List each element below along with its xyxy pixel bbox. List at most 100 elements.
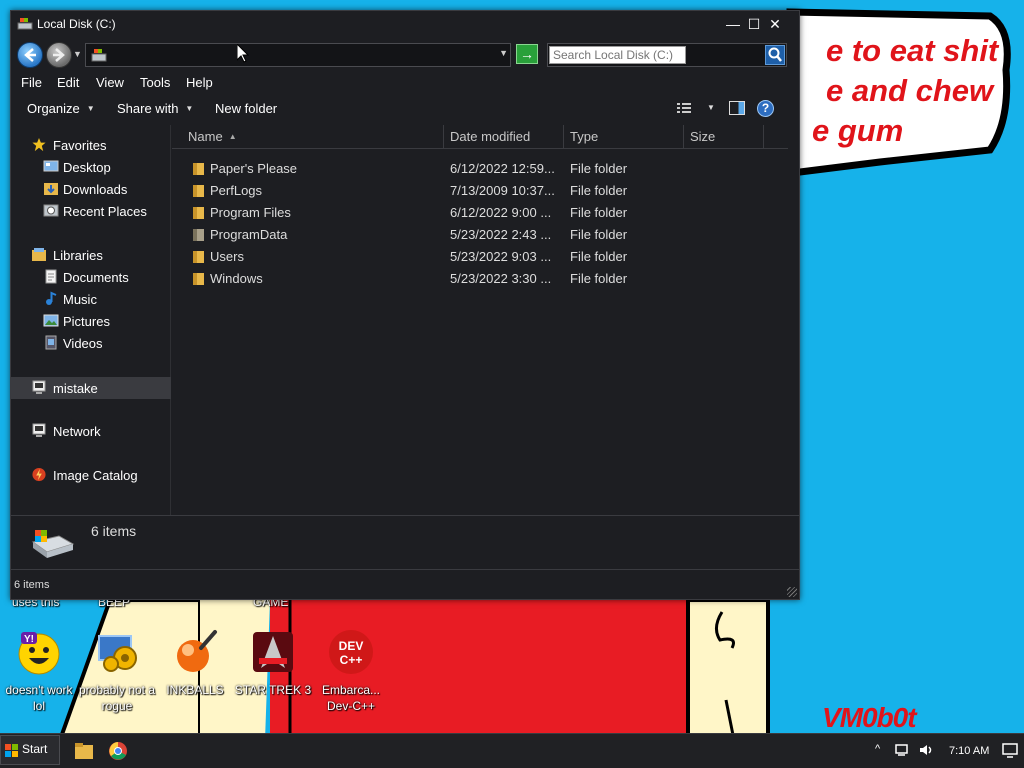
nav-computer[interactable]: mistake: [11, 377, 171, 399]
taskbar: Start ^ 7:10 AM: [0, 733, 1024, 768]
arrow-left-icon: [24, 48, 36, 62]
volume-icon[interactable]: [918, 743, 934, 757]
minimize-button[interactable]: —: [723, 14, 743, 34]
music-icon: [46, 291, 57, 305]
network-icon: [32, 423, 46, 437]
folder-icon: [193, 163, 204, 175]
action-center-icon[interactable]: [894, 743, 910, 757]
nav-downloads[interactable]: Downloads: [11, 179, 171, 199]
file-date: 6/12/2022 9:00 ...: [450, 205, 552, 220]
file-type: File folder: [570, 183, 628, 198]
show-hidden-icons-button[interactable]: ^: [875, 743, 880, 755]
back-button[interactable]: [17, 42, 43, 68]
column-type[interactable]: Type: [564, 125, 684, 149]
clock[interactable]: 7:10 AM: [949, 745, 989, 757]
desktop-icon[interactable]: DEV C++ Embarca... Dev-C++: [312, 628, 390, 714]
menu-edit[interactable]: Edit: [57, 75, 79, 90]
menu-view[interactable]: View: [96, 75, 124, 90]
address-dropdown[interactable]: ▼: [499, 48, 508, 58]
table-row[interactable]: PerfLogs 7/13/2009 10:37... File folder: [172, 179, 772, 201]
gear-computer-icon: [98, 635, 137, 672]
desktop-icon[interactable]: Y! doesn't work lol: [0, 628, 78, 714]
column-date-modified[interactable]: Date modified: [444, 125, 564, 149]
windows-logo-icon: [5, 744, 18, 757]
nav-label: Recent Places: [63, 204, 147, 219]
nav-favorites[interactable]: Favorites: [11, 135, 171, 155]
nav-recent-places[interactable]: Recent Places: [11, 201, 171, 221]
nav-pictures[interactable]: Pictures: [11, 311, 171, 331]
file-name: PerfLogs: [210, 183, 263, 198]
search-button[interactable]: [765, 45, 785, 65]
menu-tools[interactable]: Tools: [140, 75, 170, 90]
wallpaper-signature: VM0b0t: [822, 702, 917, 733]
column-size[interactable]: Size: [684, 125, 764, 149]
start-button[interactable]: Start: [0, 735, 60, 765]
pictures-icon: [43, 314, 59, 327]
chrome-icon[interactable]: [105, 738, 131, 764]
sort-ascending-icon: ▲: [228, 132, 237, 141]
nav-libraries[interactable]: Libraries: [11, 245, 171, 265]
menu-file[interactable]: File: [21, 75, 42, 90]
svg-text:Y!: Y!: [24, 634, 34, 645]
change-view-icon[interactable]: [677, 102, 691, 114]
show-desktop-button[interactable]: [1000, 737, 1020, 763]
organize-button[interactable]: Organize ▼: [27, 101, 95, 116]
table-row[interactable]: Users 5/23/2022 9:03 ... File folder: [172, 245, 772, 267]
star-trek-icon: [253, 632, 293, 672]
preview-pane-button[interactable]: [729, 101, 745, 115]
file-explorer-icon[interactable]: [71, 738, 97, 764]
desktop-icon[interactable]: probably not a rogue: [78, 628, 156, 714]
title-bar[interactable]: Local Disk (C:) — ☐ ✕: [11, 11, 799, 37]
nav-label: Downloads: [63, 182, 128, 197]
table-row[interactable]: Paper's Please 6/12/2022 12:59... File f…: [172, 157, 772, 179]
address-row: ▼ ▼ →: [11, 39, 799, 71]
go-button[interactable]: →: [516, 44, 538, 64]
recent-pages-dropdown[interactable]: ▼: [73, 49, 82, 59]
nav-videos[interactable]: Videos: [11, 333, 171, 353]
share-with-button[interactable]: Share with ▼: [117, 101, 193, 116]
resize-grip[interactable]: [787, 587, 797, 597]
file-type: File folder: [570, 161, 628, 176]
nav-label: Network: [53, 424, 101, 439]
file-name: Users: [210, 249, 244, 264]
view-options-dropdown[interactable]: ▼: [707, 103, 715, 112]
start-label: Start: [22, 742, 48, 756]
downloads-folder-icon: [44, 183, 58, 195]
table-row[interactable]: ProgramData 5/23/2022 2:43 ... File fold…: [172, 223, 772, 245]
menu-help[interactable]: Help: [186, 75, 213, 90]
column-date-label: Date modified: [450, 129, 531, 144]
file-type: File folder: [570, 205, 628, 220]
nav-network[interactable]: Network: [11, 421, 171, 441]
nav-desktop[interactable]: Desktop: [11, 157, 171, 177]
forward-button[interactable]: [46, 42, 72, 68]
help-button[interactable]: ?: [757, 100, 774, 117]
wallpaper-text-line: e and chew: [826, 73, 994, 108]
desktop-icon-label: doesn't work lol: [5, 683, 73, 713]
file-name: Program Files: [210, 205, 291, 220]
address-bar[interactable]: ▼: [85, 43, 511, 67]
column-name[interactable]: Name ▲: [172, 125, 444, 149]
file-list: Name ▲ Date modified Type Size Paper's Pl…: [172, 125, 788, 515]
search-input[interactable]: [549, 46, 686, 64]
search-box[interactable]: [547, 43, 787, 67]
address-input[interactable]: [110, 46, 480, 64]
desktop-icon[interactable]: INKBALLS: [156, 628, 234, 698]
nav-music[interactable]: Music: [11, 289, 171, 309]
window-title: Local Disk (C:): [37, 17, 116, 31]
table-row[interactable]: Program Files 6/12/2022 9:00 ... File fo…: [172, 201, 772, 223]
close-button[interactable]: ✕: [765, 14, 785, 34]
nav-documents[interactable]: Documents: [11, 267, 171, 287]
desktop-icon[interactable]: STAR TREK 3: [234, 628, 312, 698]
table-row[interactable]: Windows 5/23/2022 3:30 ... File folder: [172, 267, 772, 289]
menu-bar: File Edit View Tools Help: [11, 71, 799, 95]
new-folder-button[interactable]: New folder: [215, 101, 277, 116]
nav-label: Music: [63, 292, 97, 307]
wallpaper-text-line: e gum: [812, 113, 904, 148]
desktop-folder-icon: [43, 160, 59, 172]
maximize-button[interactable]: ☐: [744, 14, 764, 34]
nav-label: mistake: [53, 381, 98, 396]
status-item-count: 6 items: [14, 579, 50, 591]
nav-label: Favorites: [53, 138, 107, 153]
nav-image-catalog[interactable]: Image Catalog: [11, 465, 171, 485]
file-date: 5/23/2022 2:43 ...: [450, 227, 552, 242]
